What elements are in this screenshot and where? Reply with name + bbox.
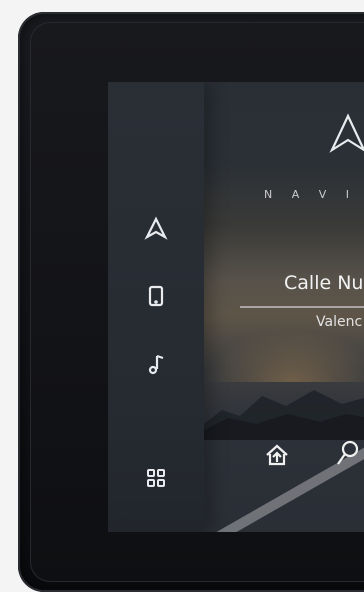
search-icon (337, 440, 359, 465)
street-name: Calle Nu (284, 272, 364, 294)
city-name: Valenc (316, 314, 363, 330)
sidebar-item-music[interactable] (138, 346, 174, 382)
phone-icon (148, 285, 164, 307)
street-divider (240, 306, 364, 308)
music-note-icon (148, 354, 164, 375)
navigation-arrow-icon (144, 216, 168, 240)
sidebar-item-phone[interactable] (138, 278, 174, 314)
grid-apps-icon (147, 469, 165, 487)
sidebar-item-navigation[interactable] (138, 210, 174, 246)
sidebar-item-apps[interactable] (138, 460, 174, 496)
navigation-main-panel: N A V I G A Calle Nu Valenc (204, 82, 364, 532)
infotainment-screen: N A V I G A Calle Nu Valenc (108, 82, 364, 532)
navigation-title: N A V I G A (264, 188, 364, 201)
sidebar (108, 82, 204, 532)
search-button[interactable] (332, 438, 362, 468)
home-button[interactable] (262, 440, 292, 470)
mountains-silhouette (204, 390, 364, 440)
navigation-logo-icon (324, 110, 364, 158)
infotainment-device-frame: N A V I G A Calle Nu Valenc (18, 12, 364, 592)
home-icon (266, 444, 288, 466)
